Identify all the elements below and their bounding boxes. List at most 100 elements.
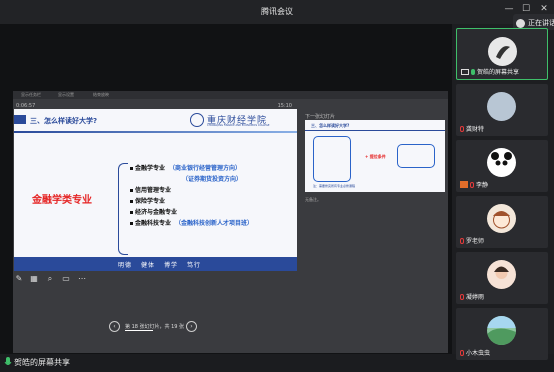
avatar	[488, 37, 517, 66]
college-seal-icon	[190, 113, 204, 127]
item-note: （证券期货投资方向）	[182, 176, 243, 183]
share-label: 贺皓的屏幕共享	[14, 358, 70, 367]
list-item: 经济与金融专业	[130, 207, 295, 218]
motto-3: 博学	[164, 262, 179, 269]
participant-name-row: 凝婷雨	[460, 292, 484, 301]
toolbar-settings[interactable]: 显示设置	[58, 92, 74, 98]
item-label: 金融科技专业	[135, 220, 172, 227]
major-heading: 金融学类专业	[32, 195, 92, 206]
participant-tile[interactable]: 罗老师	[456, 196, 548, 248]
next-rule	[305, 130, 445, 131]
bullet-icon	[130, 167, 133, 170]
motto-1: 明德	[118, 262, 133, 269]
header-rule	[14, 131, 297, 133]
slide-title: 三、怎么样读好大学?	[30, 117, 98, 125]
next-box-left	[313, 136, 351, 182]
avatar	[487, 92, 516, 121]
avatar	[487, 316, 516, 345]
next-footnote: 注：需要修完所有专业必修课程	[313, 184, 356, 188]
bullet-icon	[130, 211, 133, 214]
more-options-icon[interactable]: ⋯	[77, 274, 87, 284]
pen-icon[interactable]: ✎	[14, 274, 24, 284]
current-slide: 三、怎么样读好大学? 重庆财经学院 CHONGQING FINANCE AND …	[14, 109, 297, 271]
title-bar: 腾讯会议 — ☐ ✕	[0, 0, 554, 24]
landscape-avatar-icon	[487, 316, 516, 345]
motto-4: 笃行	[187, 262, 202, 269]
item-label: 经济与金融专业	[135, 209, 178, 216]
participant-tile[interactable]: 李静	[456, 140, 548, 192]
bullet-icon	[130, 222, 133, 225]
meeting-window: 腾讯会议 — ☐ ✕ 正在讲话： 显示任务栏 显示设置 结束放映 0:06:57…	[0, 0, 554, 372]
camera-icon	[460, 181, 468, 188]
bullet-icon	[130, 189, 133, 192]
participant-name-row: 龚财特	[460, 124, 484, 133]
prev-slide-icon[interactable]: ‹	[109, 321, 120, 332]
college-logo: 重庆财经学院 CHONGQING FINANCE AND ECONOMICS C…	[190, 113, 290, 129]
speaker-avatar	[516, 18, 525, 28]
participant-name: 小木虫虫	[466, 350, 491, 357]
participant-name: 贺皓的屏幕共享	[477, 69, 520, 76]
microphone-icon[interactable]	[4, 357, 12, 368]
list-item: （证券期货投资方向）	[130, 174, 295, 185]
next-title: 三、怎么样读好大学?	[311, 123, 350, 128]
slide-navigator: ‹ 第 18 张幻灯片，共 19 张 ›	[109, 321, 209, 333]
slide-counter: 第 18 张幻灯片，共 19 张	[125, 324, 185, 330]
presenter-toolbar: 显示任务栏 显示设置 结束放映	[13, 91, 448, 99]
mic-muted-icon	[460, 238, 464, 244]
maximize-icon[interactable]: ☐	[519, 4, 533, 14]
item-note: （商业银行经营管理方向）	[169, 165, 242, 172]
participant-tile[interactable]: 凝婷雨	[456, 252, 548, 304]
bird-avatar-icon	[496, 46, 510, 59]
participant-name: 龚财特	[466, 126, 485, 133]
participant-name-row: 罗老师	[460, 236, 484, 245]
person-avatar-icon	[494, 266, 509, 279]
avatar	[487, 204, 516, 233]
participant-name-row: 李静	[460, 180, 488, 189]
item-label: 信用管理专业	[135, 187, 172, 194]
speaker-notes: 无备注。	[305, 197, 321, 202]
list-item: 金融科技专业 （金融科技创新人才项目班）	[130, 218, 295, 229]
participant-tile[interactable]: 小木虫虫	[456, 308, 548, 360]
brace-shape	[118, 163, 128, 255]
mic-muted-icon	[460, 294, 464, 300]
cartoon-avatar-icon	[493, 211, 510, 229]
presenter-tools: ✎ ▦ ⌕ ▭ ⋯	[13, 274, 213, 286]
avatar	[487, 148, 516, 177]
participant-name: 罗老师	[466, 238, 485, 245]
minimize-icon[interactable]: —	[502, 4, 516, 14]
toolbar-end-show[interactable]: 结束放映	[93, 92, 109, 98]
slide-progress	[125, 330, 153, 331]
close-icon[interactable]: ✕	[537, 4, 551, 14]
college-name-en: CHONGQING FINANCE AND ECONOMICS COLLEGE	[207, 124, 270, 127]
list-item: 保险学专业	[130, 196, 295, 207]
mic-muted-icon	[470, 182, 474, 188]
next-slide-preview[interactable]: 三、怎么样读好大学? + 提位条件 注：需要修完所有专业必修课程	[305, 120, 445, 192]
screen-share-icon	[461, 69, 469, 75]
black-screen-icon[interactable]: ▭	[61, 274, 71, 284]
participant-name-row: 小木虫虫	[460, 348, 490, 357]
next-condition: + 提位条件	[365, 154, 386, 159]
slide-footer: 明德 健体 博学 笃行	[14, 257, 297, 271]
title-marker	[14, 115, 26, 124]
presenter-view: 显示任务栏 显示设置 结束放映 0:06:57 15:10 三、怎么样读好大学?…	[13, 91, 448, 353]
zoom-icon[interactable]: ⌕	[45, 274, 55, 284]
slide-header: 三、怎么样读好大学? 重庆财经学院 CHONGQING FINANCE AND …	[14, 109, 297, 131]
list-item: 金融学专业 （商业银行经营管理方向）	[130, 163, 295, 174]
next-slide-icon[interactable]: ›	[186, 321, 197, 332]
major-list: 金融学专业 （商业银行经营管理方向） （证券期货投资方向） 信用管理专业 保险学专…	[130, 163, 295, 229]
avatar	[487, 260, 516, 289]
toolbar-taskbar[interactable]: 显示任务栏	[21, 92, 41, 98]
next-slide-label: 下一张幻灯片	[305, 114, 336, 120]
bullet-icon	[130, 200, 133, 203]
item-note: （金融科技创新人才项目班）	[175, 220, 254, 227]
participant-tile[interactable]: 龚财特	[456, 84, 548, 136]
participant-name: 凝婷雨	[466, 294, 485, 301]
all-slides-icon[interactable]: ▦	[29, 274, 39, 284]
motto-2: 健体	[141, 262, 156, 269]
panda-avatar-icon	[491, 152, 512, 166]
participant-tile[interactable]: 贺皓的屏幕共享	[456, 28, 548, 80]
shared-screen: 显示任务栏 显示设置 结束放映 0:06:57 15:10 三、怎么样读好大学?…	[0, 24, 452, 354]
item-label: 保险学专业	[135, 198, 166, 205]
participant-name-row: 贺皓的屏幕共享	[461, 67, 519, 76]
next-box-right	[397, 144, 435, 168]
